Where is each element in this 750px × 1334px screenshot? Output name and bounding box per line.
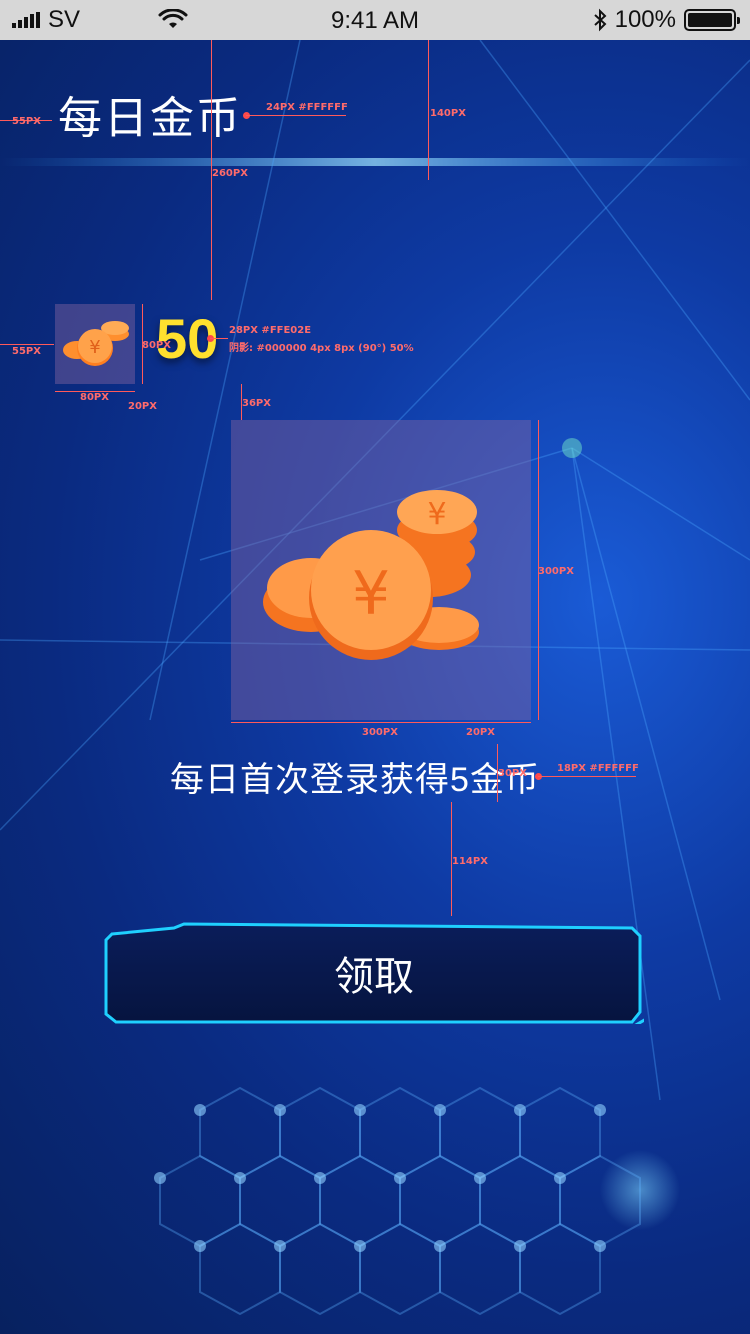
anno-coins-top: 260PX bbox=[212, 168, 248, 179]
coins-image: ¥ ¥ bbox=[231, 420, 531, 720]
svg-text:¥: ¥ bbox=[352, 559, 390, 629]
battery-percent: 100% bbox=[614, 6, 676, 33]
anno-coin-width: 80PX bbox=[80, 392, 109, 403]
page-title: 每日金币 bbox=[58, 94, 242, 143]
coin-small-icon: ¥ bbox=[55, 304, 135, 384]
anno-title-left: 55PX bbox=[12, 116, 41, 127]
anno-desc-style: 18PX #FFFFFF bbox=[557, 763, 639, 774]
anno-coin-left: 55PX bbox=[12, 346, 41, 357]
anno-image-gap: 36PX bbox=[242, 398, 271, 409]
svg-text:¥: ¥ bbox=[427, 497, 446, 532]
anno-image-height: 300PX bbox=[538, 566, 574, 577]
anno-desc-height: 30PX bbox=[498, 768, 527, 779]
anno-title-style: 24PX #FFFFFF bbox=[266, 102, 348, 113]
status-bar: SV 9:41 AM 100% bbox=[0, 0, 750, 40]
claim-button-label: 领取 bbox=[334, 955, 414, 999]
claim-button[interactable]: 领取 bbox=[104, 922, 644, 1024]
anno-image-width: 300PX bbox=[362, 727, 398, 738]
status-right: 100% bbox=[593, 6, 740, 34]
anno-coin-height: 80PX bbox=[142, 340, 171, 351]
anno-button-gap: 114PX bbox=[452, 856, 488, 867]
svg-text:¥: ¥ bbox=[89, 337, 100, 358]
anno-image-bottom-gap: 20PX bbox=[466, 727, 495, 738]
battery-icon bbox=[684, 9, 740, 31]
anno-count-style: 28PX #FFE02E bbox=[229, 325, 312, 336]
anno-coin-gap: 20PX bbox=[128, 401, 157, 412]
anno-title-top: 140PX bbox=[430, 108, 466, 119]
anno-count-shadow: 阴影: #000000 4px 8px (90°) 50% bbox=[229, 343, 414, 354]
bluetooth-icon bbox=[593, 8, 607, 32]
